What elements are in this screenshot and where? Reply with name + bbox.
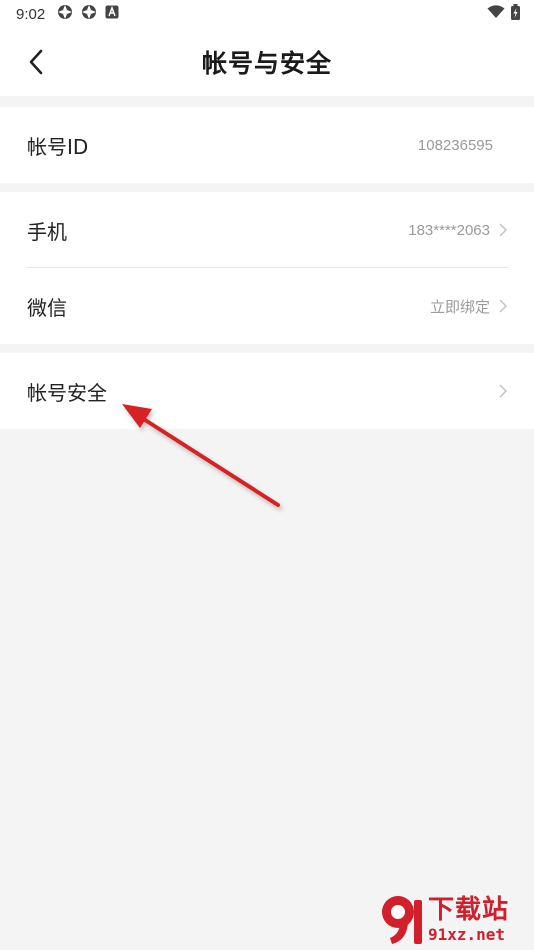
back-button[interactable] xyxy=(18,46,54,78)
phone-row[interactable]: 手机 183****2063 xyxy=(0,192,534,268)
security-group: 帐号安全 xyxy=(0,353,534,429)
site-logo-icon xyxy=(382,896,422,944)
page-title: 帐号与安全 xyxy=(201,49,332,78)
watermark-url: 91xz.net xyxy=(428,925,506,944)
wechat-label: 微信 xyxy=(27,295,67,320)
account-id-label: 帐号ID xyxy=(27,134,89,159)
keyboard-a-icon xyxy=(105,5,119,23)
account-security-row[interactable]: 帐号安全 xyxy=(0,353,534,429)
phone-value: 183****2063 xyxy=(408,221,490,239)
wechat-row[interactable]: 微信 立即绑定 xyxy=(0,268,534,344)
phone-label: 手机 xyxy=(27,219,67,244)
status-time: 9:02 xyxy=(16,5,46,23)
chevron-right-icon xyxy=(499,223,508,237)
battery-charging-icon xyxy=(511,4,520,24)
header: 帐号与安全 xyxy=(0,28,534,96)
watermark-title: 下载站 xyxy=(428,895,510,925)
wifi-icon xyxy=(487,5,505,23)
wechat-bind-value: 立即绑定 xyxy=(429,298,490,316)
account-id-group: 帐号ID 108236595 xyxy=(0,107,534,183)
app-notification-icon xyxy=(81,4,97,24)
app-notification-icon xyxy=(57,4,73,24)
status-right xyxy=(487,4,520,24)
chevron-right-icon xyxy=(499,384,508,398)
status-bar: 9:02 xyxy=(0,0,534,28)
chevron-left-icon xyxy=(29,49,43,75)
chevron-right-icon xyxy=(499,299,508,313)
account-security-label: 帐号安全 xyxy=(27,380,107,405)
account-id-value: 108236595 xyxy=(417,136,493,154)
account-id-row: 帐号ID 108236595 xyxy=(0,107,534,183)
watermark: 下载站 91xz.net xyxy=(378,890,528,950)
binding-group: 手机 183****2063 微信 立即绑定 xyxy=(0,192,534,344)
